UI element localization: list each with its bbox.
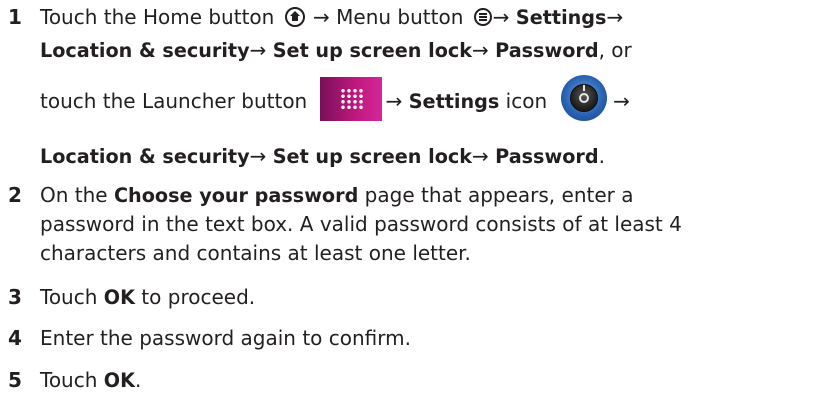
launcher-grid-icon xyxy=(319,76,382,121)
ok-label: OK xyxy=(103,369,135,392)
step-number: 1 xyxy=(8,5,22,29)
ok-label: OK xyxy=(103,286,135,309)
step-number: 5 xyxy=(8,368,22,392)
step-number: 2 xyxy=(8,183,22,207)
step-2-line-1: On the Choose your password page that ap… xyxy=(40,183,634,207)
step-2-line-3: characters and contains at least one let… xyxy=(40,241,471,265)
step-number: 3 xyxy=(8,285,22,309)
home-icon xyxy=(284,7,305,27)
settings-dial-icon xyxy=(561,74,608,121)
step-1-line-2: Location & security→ Set up screen lock→… xyxy=(40,38,632,62)
step-2-line-2: password in the text box. A valid passwo… xyxy=(40,212,682,236)
step-number: 4 xyxy=(8,326,22,350)
menu-icon xyxy=(473,8,492,26)
step-1-line-3: touch the Launcher button → Settings ico… xyxy=(40,74,630,131)
choose-password-page-label: Choose your password xyxy=(113,184,359,207)
step-1-line-4: Location & security→ Set up screen lock→… xyxy=(40,144,605,168)
settings-menu-label: Settings xyxy=(515,6,607,29)
step-1-line-1: Touch the Home button → Menu button → Se… xyxy=(40,5,624,29)
